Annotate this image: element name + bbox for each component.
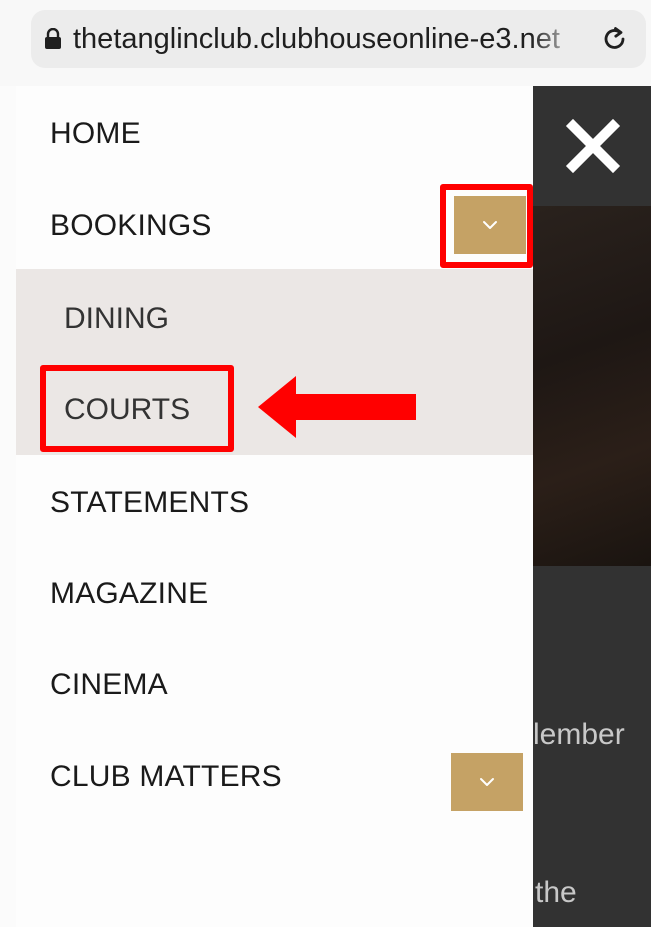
screen: thetanglinclub.clubhouseonline-e3.net le…: [0, 0, 651, 927]
url-text: thetanglinclub.clubhouseonline-e3.net: [73, 23, 560, 55]
menu-item-club-matters[interactable]: CLUB MATTERS: [50, 760, 282, 794]
url-fade: [531, 20, 591, 58]
background-text: the: [535, 876, 577, 909]
browser-toolbar: thetanglinclub.clubhouseonline-e3.net: [0, 0, 651, 86]
red-arrow-icon: [258, 376, 416, 438]
reload-icon[interactable]: [600, 24, 630, 54]
menu-item-statements[interactable]: STATEMENTS: [50, 486, 249, 520]
highlight-courts: [40, 365, 234, 452]
menu-item-bookings[interactable]: BOOKINGS: [50, 209, 212, 243]
chevron-down-icon: [480, 778, 494, 786]
close-icon[interactable]: [565, 118, 621, 174]
menu-item-home[interactable]: HOME: [50, 117, 141, 151]
address-bar[interactable]: thetanglinclub.clubhouseonline-e3.net: [31, 10, 646, 68]
menu-item-cinema[interactable]: CINEMA: [50, 668, 168, 702]
highlight-bookings-toggle: [440, 184, 533, 268]
lock-icon: [45, 28, 61, 49]
hero-image: [533, 206, 651, 566]
menu-item-magazine[interactable]: MAGAZINE: [50, 577, 208, 611]
background-text: lember: [533, 718, 625, 751]
club-matters-toggle-button[interactable]: [451, 753, 523, 811]
page-backdrop[interactable]: lember the: [533, 86, 651, 927]
submenu-item-dining[interactable]: DINING: [64, 302, 169, 336]
